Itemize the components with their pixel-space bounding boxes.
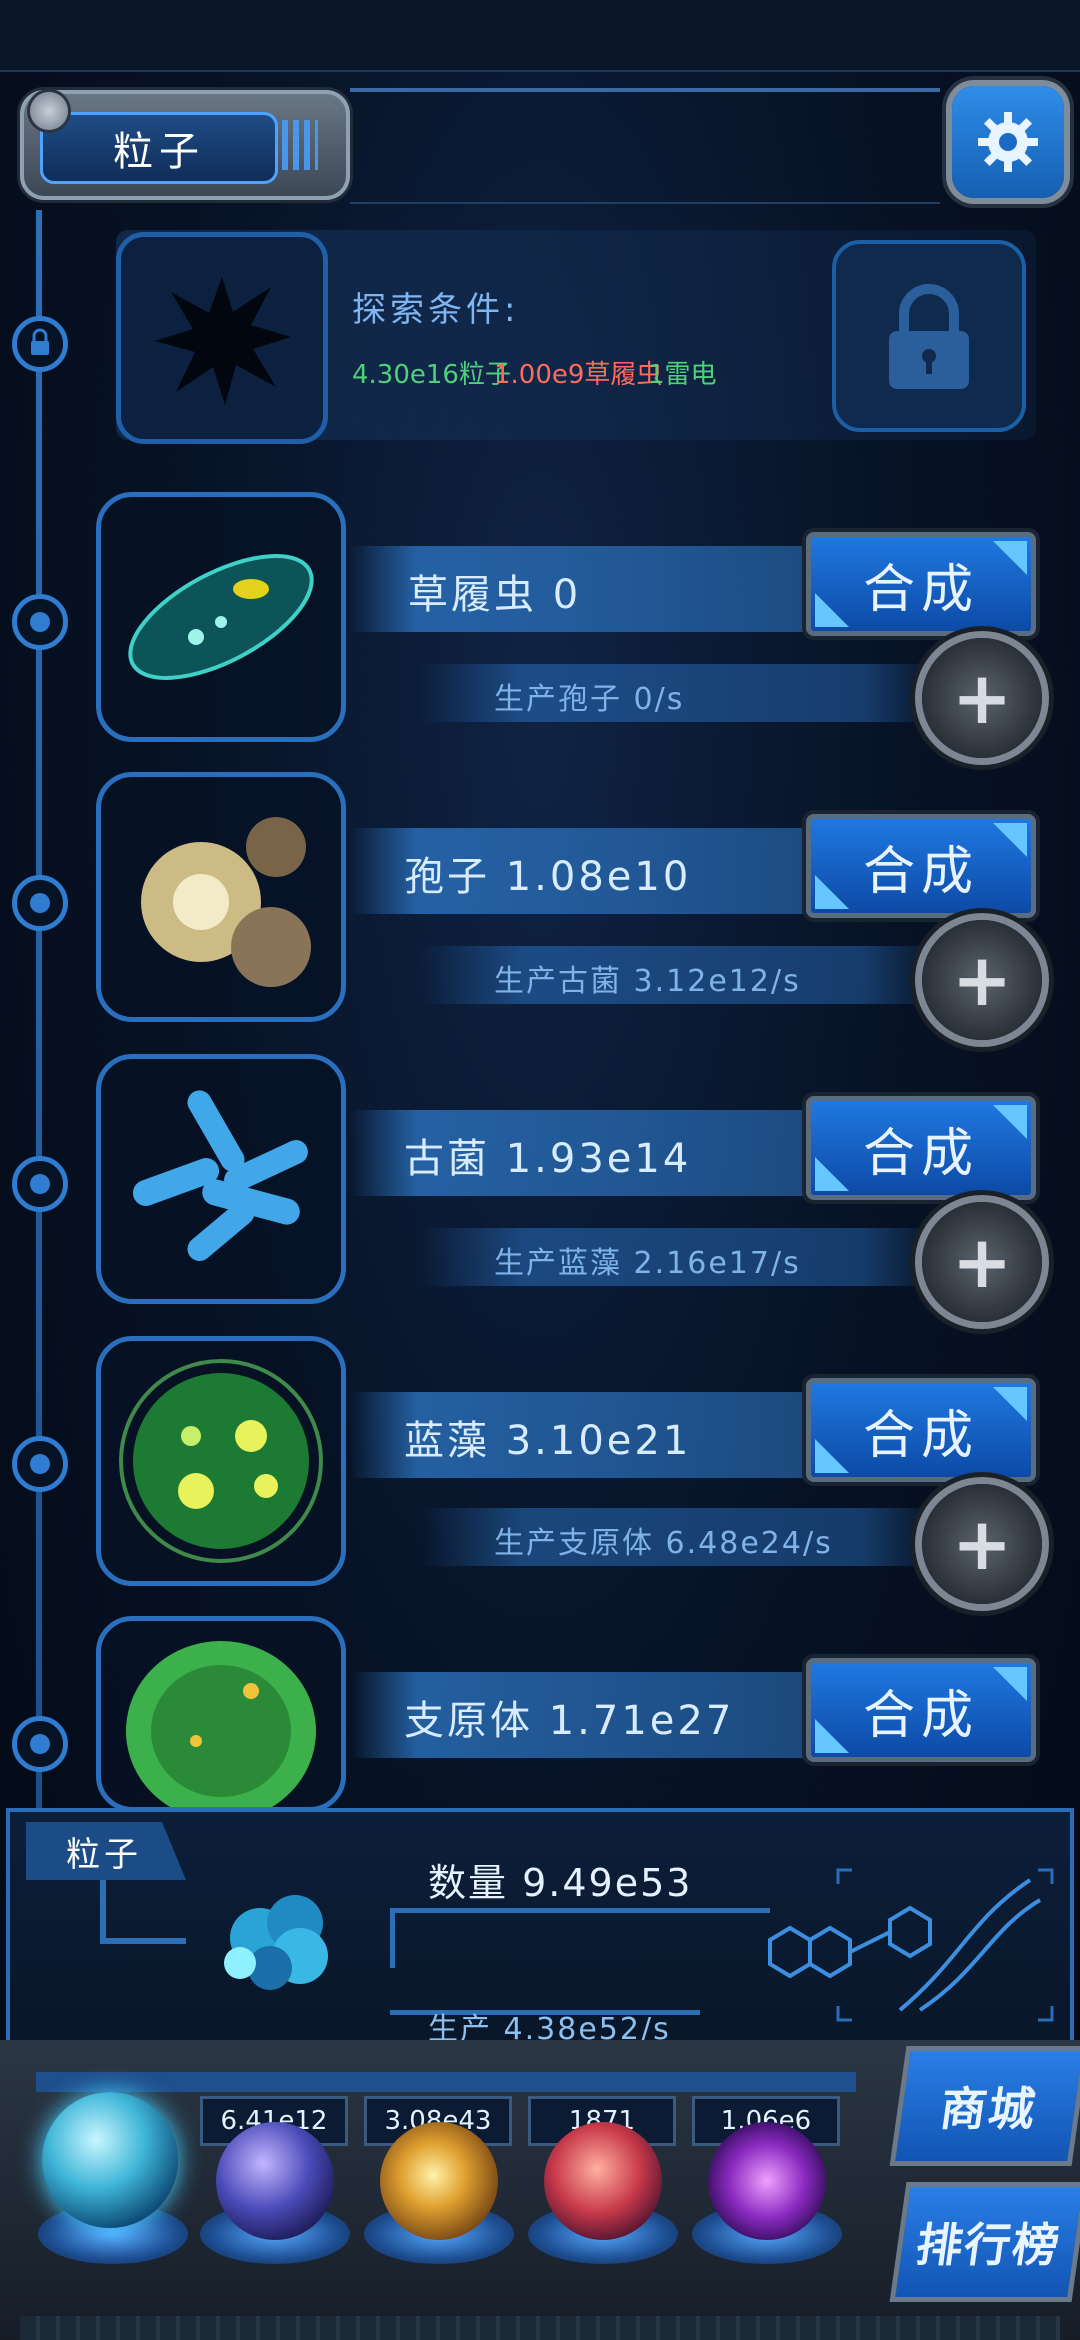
spore-count: 孢子 1.08e10 [404,854,692,900]
resource-tab: 粒子 [26,1822,186,1880]
top-strip [0,0,1080,72]
upgrade-archaea-button[interactable]: + [922,1202,1042,1322]
rail-node [12,875,68,931]
synthesize-spore-button[interactable]: 合成 [806,814,1036,918]
shop-button[interactable]: 商城 [889,2046,1080,2166]
mycoplasma-count: 支原体 1.71e27 [404,1698,735,1744]
condition-paramecium: 1.00e9草履虫 [494,360,663,390]
spore-production: 生产古菌 3.12e12/s [494,964,801,999]
condition-particles: 4.30e16粒子 [352,360,511,390]
upgrade-cyanobacteria-button[interactable]: + [922,1484,1042,1604]
dna-icon [760,1860,1060,2030]
grill-decoration [282,120,318,170]
bottom-vent [20,2316,1060,2340]
synthesize-paramecium-button[interactable]: 合成 [806,532,1036,636]
particle-count: 数量 9.49e53 [428,1861,693,1905]
explore-condition-label: 探索条件: [352,290,520,330]
nebula-orb-button[interactable] [380,2122,498,2240]
particle-cluster-icon [180,1868,380,1998]
archaea-image [96,1054,346,1304]
rail-node [12,594,68,650]
unknown-creature-image [116,232,328,444]
archaea-count: 古菌 1.93e14 [404,1136,692,1182]
particle-orb-button[interactable] [42,2092,178,2228]
cyanobacteria-image [96,1336,346,1586]
archaea-production: 生产蓝藻 2.16e17/s [494,1246,801,1281]
paramecium-image [96,492,346,742]
circuit-line [100,1938,186,1944]
circuit-line [390,1908,395,1968]
spore-image [96,772,346,1022]
silhouette-icon [155,277,291,405]
lightning-orb-button[interactable] [216,2122,334,2240]
paramecium-count: 草履虫 0 [408,572,582,618]
paramecium-icon [128,554,314,680]
tray-rail [36,2072,856,2092]
archaea-icon [132,1090,308,1261]
synthesize-cyanobacteria-button[interactable]: 合成 [806,1378,1036,1482]
plus-icon: + [951,1502,1013,1586]
synthesize-archaea-button[interactable]: 合成 [806,1096,1036,1200]
circuit-line [100,1880,106,1942]
synthesize-mycoplasma-button[interactable]: 合成 [806,1658,1036,1762]
plus-icon: + [951,1220,1013,1304]
rail-node [12,1716,68,1772]
mycoplasma-image [96,1616,346,1812]
paramecium-production: 生产孢子 0/s [494,682,685,717]
screw-icon [30,92,68,130]
header-frame-line [350,88,940,92]
condition-thunder: 1雷电 [648,360,717,390]
settings-button[interactable] [952,86,1064,198]
cyanobacteria-production: 生产支原体 6.48e24/s [494,1526,833,1561]
vortex-orb-button[interactable] [708,2122,826,2240]
upgrade-spore-button[interactable]: + [922,920,1042,1040]
plus-icon: + [951,938,1013,1022]
progress-rail [36,210,42,1810]
plus-icon: + [951,656,1013,740]
mycoplasma-icon [126,1641,316,1807]
leaderboard-button[interactable]: 排行榜 [889,2182,1080,2302]
lock-icon [31,328,49,355]
circuit-line [390,1908,770,1913]
gear-icon [978,112,1038,172]
page-title: 粒子 [40,112,278,184]
header-frame-line [350,202,940,204]
rail-node-locked [12,316,68,372]
cyanobacteria-count: 蓝藻 3.10e21 [404,1418,692,1464]
rail-node [12,1436,68,1492]
brain-orb-button[interactable] [544,2122,662,2240]
lock-icon [889,284,969,389]
cyanobacteria-icon [119,1359,323,1563]
locked-slot [832,240,1026,432]
spore-icon [141,817,311,987]
upgrade-paramecium-button[interactable]: + [922,638,1042,758]
rail-node [12,1156,68,1212]
